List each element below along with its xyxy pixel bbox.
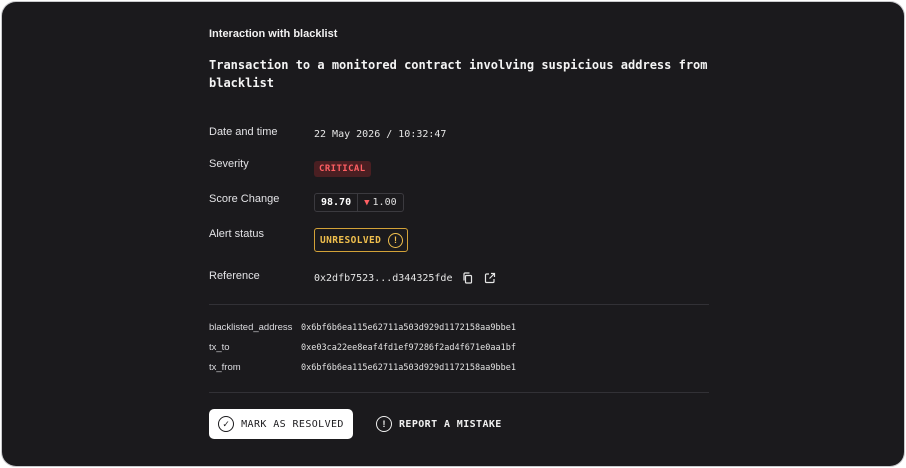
score-box-wrap: 98.70 ▼ 1.00 <box>314 193 404 212</box>
date-label: Date and time <box>209 126 278 138</box>
exclamation-circle-icon: ! <box>388 232 404 248</box>
detail-row: tx_from 0x6bf6b6ea115e62711a503d929d1172… <box>209 362 709 376</box>
copy-icon[interactable] <box>462 272 474 284</box>
severity-row: Severity CRITICAL <box>209 158 709 180</box>
external-link-icon[interactable] <box>484 272 496 284</box>
status-value: UNRESOLVED <box>320 234 382 246</box>
score-row: Score Change 98.70 ▼ 1.00 <box>209 193 709 215</box>
alert-circle-icon: ! <box>376 416 392 432</box>
detail-value: 0x6bf6b6ea115e62711a503d929d1172158aa9bb… <box>301 363 516 373</box>
date-row: Date and time 22 May 2026 / 10:32:47 <box>209 126 709 148</box>
report-mistake-label: REPORT A MISTAKE <box>399 418 502 430</box>
reference-row: Reference 0x2dfb7523...d344325fde <box>209 270 709 292</box>
detail-key: tx_from <box>209 362 241 373</box>
severity-badge: CRITICAL <box>314 161 371 177</box>
detail-row: tx_to 0xe03ca22ee8eaf4fd1ef97286f2ad4f67… <box>209 342 709 356</box>
status-label: Alert status <box>209 228 265 240</box>
status-row: Alert status UNRESOLVED ! <box>209 228 709 252</box>
date-value: 22 May 2026 / 10:32:47 <box>314 129 447 140</box>
reference-value: 0x2dfb7523...d344325fde <box>314 272 453 284</box>
detail-key: tx_to <box>209 342 230 353</box>
severity-badge-wrap: CRITICAL <box>314 158 371 177</box>
detail-value: 0xe03ca22ee8eaf4fd1ef97286f2ad4f671e0aa1… <box>301 343 516 353</box>
mark-as-resolved-label: MARK AS RESOLVED <box>241 418 344 430</box>
triangle-down-icon: ▼ <box>364 197 370 208</box>
score-delta: ▼ 1.00 <box>358 194 403 211</box>
reference-value-wrap: 0x2dfb7523...d344325fde <box>314 272 496 284</box>
detail-key: blacklisted_address <box>209 322 293 333</box>
check-circle-icon: ✓ <box>218 416 235 432</box>
alert-title: Transaction to a monitored contract invo… <box>209 58 708 90</box>
status-badge-wrap: UNRESOLVED ! <box>314 228 409 252</box>
report-mistake-button[interactable]: ! REPORT A MISTAKE <box>376 409 502 439</box>
alert-category: Interaction with blacklist <box>209 28 338 40</box>
alert-detail-card: Interaction with blacklist Transaction t… <box>2 2 904 466</box>
detail-value: 0x6bf6b6ea115e62711a503d929d1172158aa9bb… <box>301 323 516 333</box>
score-box: 98.70 ▼ 1.00 <box>314 193 404 212</box>
score-label: Score Change <box>209 193 280 205</box>
severity-label: Severity <box>209 158 249 170</box>
status-badge: UNRESOLVED ! <box>314 228 409 252</box>
mark-as-resolved-button[interactable]: ✓ MARK AS RESOLVED <box>209 409 353 439</box>
divider <box>209 304 709 305</box>
divider <box>209 392 709 393</box>
reference-label: Reference <box>209 270 260 282</box>
score-delta-value: 1.00 <box>372 197 397 208</box>
detail-row: blacklisted_address 0x6bf6b6ea115e62711a… <box>209 322 709 336</box>
score-value: 98.70 <box>315 194 359 211</box>
